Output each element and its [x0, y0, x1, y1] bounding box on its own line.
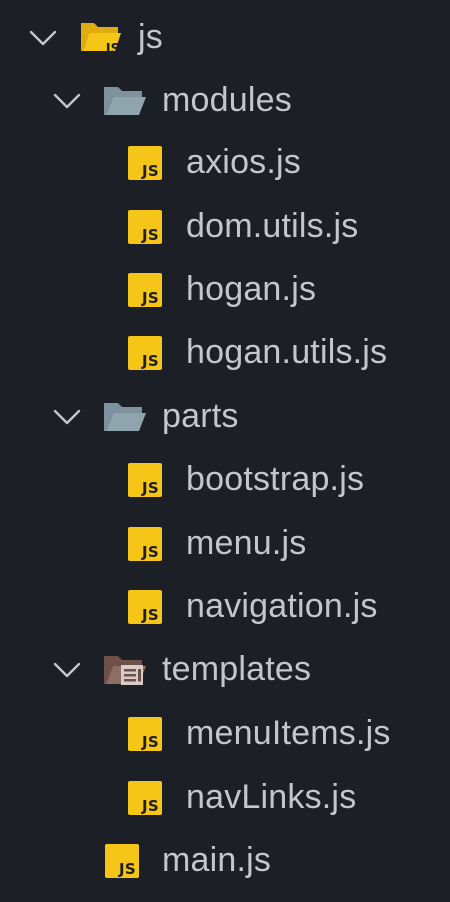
templates-folder-open-icon: [103, 653, 147, 692]
tree-item-label: dom.utils.js: [186, 207, 359, 245]
js-file-icon: JS: [128, 336, 162, 370]
file-explorer-tree: JS js modules JS axios.js JS dom.utils.j…: [0, 0, 450, 902]
tree-item-label: main.js: [162, 841, 272, 879]
tree-item-file[interactable]: JS navigation.js: [0, 574, 450, 638]
js-file-icon: JS: [128, 146, 162, 180]
js-folder-open-icon: JS: [80, 17, 122, 62]
tree-item-file[interactable]: JS dom.utils.js: [0, 194, 450, 258]
tree-item-file[interactable]: JS main.js: [0, 828, 450, 892]
tree-item-file[interactable]: JS bootstrap.js: [0, 447, 450, 511]
tree-item-label: menu.js: [186, 524, 307, 562]
tree-item-label: bootstrap.js: [186, 460, 365, 498]
folder-open-icon: [103, 84, 147, 123]
tree-item-label: navLinks.js: [186, 778, 357, 816]
tree-item-templates-folder[interactable]: templates: [0, 637, 450, 701]
svg-text:JS: JS: [105, 42, 120, 57]
tree-item-label: hogan.utils.js: [186, 333, 388, 371]
tree-item-label: menuItems.js: [186, 714, 391, 752]
tree-item-file[interactable]: JS menu.js: [0, 511, 450, 575]
tree-item-label: modules: [162, 81, 292, 119]
folder-open-icon: [103, 400, 147, 439]
js-file-icon: JS: [105, 844, 139, 878]
js-file-icon: JS: [128, 273, 162, 307]
tree-item-parts-folder[interactable]: parts: [0, 384, 450, 448]
tree-item-file[interactable]: JS hogan.js: [0, 257, 450, 321]
chevron-down-icon[interactable]: [28, 27, 58, 49]
js-file-icon: JS: [128, 463, 162, 497]
tree-item-file[interactable]: JS hogan.utils.js: [0, 320, 450, 384]
tree-item-js-folder[interactable]: JS js: [0, 5, 450, 69]
tree-item-label: parts: [162, 397, 239, 435]
tree-item-file[interactable]: JS axios.js: [0, 130, 450, 194]
chevron-down-icon[interactable]: [52, 659, 82, 681]
tree-item-label: navigation.js: [186, 587, 378, 625]
chevron-down-icon[interactable]: [52, 406, 82, 428]
tree-item-modules-folder[interactable]: modules: [0, 68, 450, 132]
tree-item-label: js: [138, 18, 163, 56]
tree-item-label: axios.js: [186, 143, 301, 181]
js-file-icon: JS: [128, 781, 162, 815]
js-file-icon: JS: [128, 210, 162, 244]
js-file-icon: JS: [128, 527, 162, 561]
tree-item-file[interactable]: JS navLinks.js: [0, 765, 450, 829]
tree-item-file[interactable]: JS menuItems.js: [0, 701, 450, 765]
js-file-icon: JS: [128, 590, 162, 624]
chevron-down-icon[interactable]: [52, 90, 82, 112]
tree-item-label: templates: [162, 650, 312, 688]
js-file-icon: JS: [128, 717, 162, 751]
tree-item-label: hogan.js: [186, 270, 317, 308]
